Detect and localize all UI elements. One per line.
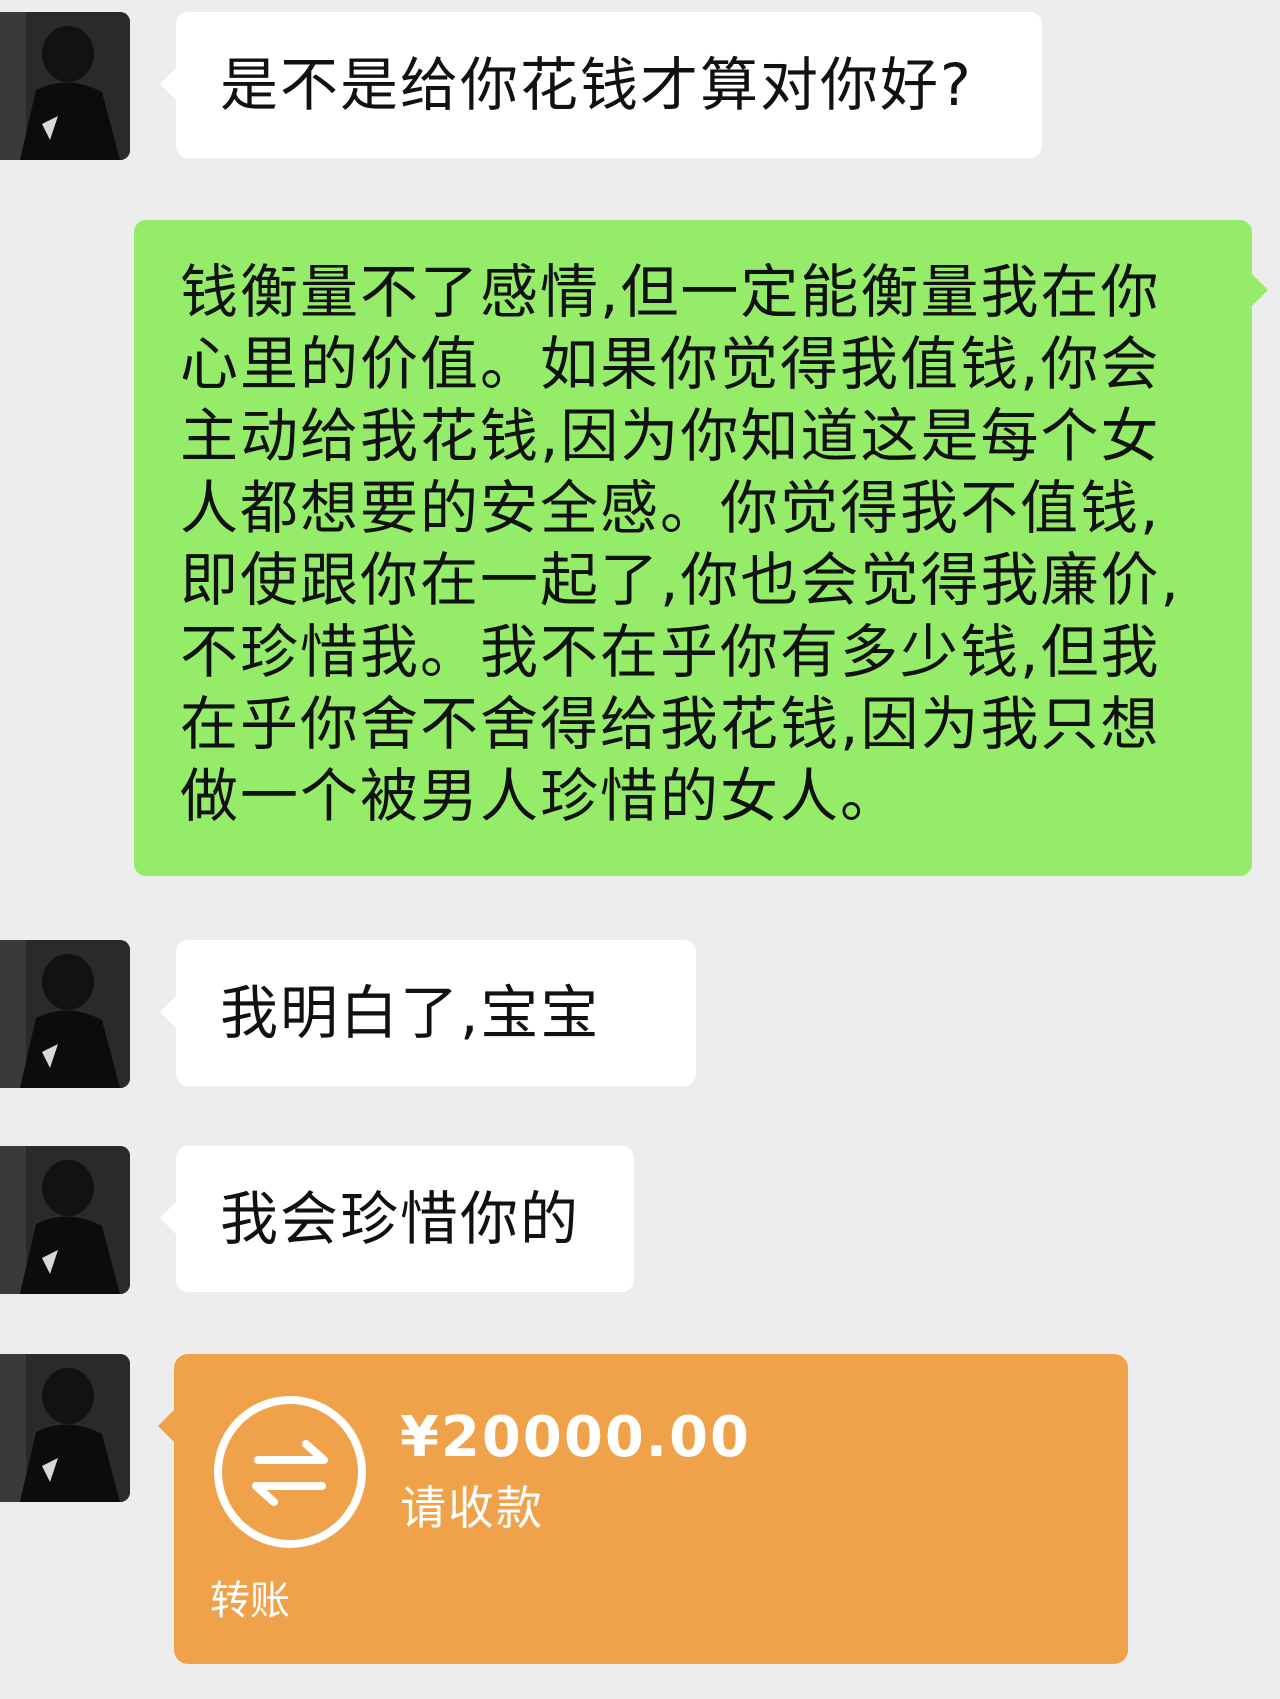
transfer-amount: ¥20000.00 bbox=[400, 1405, 751, 1470]
message-line: 即使跟你在一起了,你也会觉得我廉价, bbox=[180, 546, 1181, 614]
contact-avatar[interactable] bbox=[0, 940, 130, 1088]
message-bubble-incoming[interactable]: 是不是给你花钱才算对你好? bbox=[160, 12, 1042, 158]
message-line: 在乎你舍不舍得给我花钱,因为我只想 bbox=[180, 690, 1161, 758]
message-line: 主动给我花钱,因为你知道这是每个女 bbox=[180, 402, 1161, 470]
transfer-arrows-icon bbox=[210, 1392, 370, 1552]
message-bubble-outgoing[interactable]: 钱衡量不了感情,但一定能衡量我在你 心里的价值。如果你觉得我值钱,你会 主动给我… bbox=[134, 220, 1268, 876]
transfer-card[interactable]: ¥20000.00 请收款 转账 bbox=[158, 1354, 1128, 1664]
message-text: 是不是给你花钱才算对你好? bbox=[220, 51, 973, 119]
avatar-image bbox=[0, 12, 130, 160]
chat-area: 是不是给你花钱才算对你好? 钱衡量不了感情,但一定能衡量我在你 心里的价值。如果… bbox=[0, 0, 1280, 1699]
contact-avatar[interactable] bbox=[0, 1146, 130, 1294]
message-text: 我明白了,宝宝 bbox=[220, 979, 601, 1047]
transfer-status: 请收款 bbox=[400, 1481, 544, 1535]
message-line: 做一个被男人珍惜的女人。 bbox=[180, 762, 901, 830]
message-text: 我会珍惜你的 bbox=[220, 1185, 581, 1253]
message-line: 不珍惜我。我不在乎你有多少钱,但我 bbox=[180, 618, 1161, 686]
message-bubble-incoming[interactable]: 我明白了,宝宝 bbox=[160, 940, 696, 1086]
message-line: 人都想要的安全感。你觉得我不值钱, bbox=[180, 474, 1161, 542]
avatar-image bbox=[0, 940, 130, 1088]
message-bubble-incoming[interactable]: 我会珍惜你的 bbox=[160, 1146, 634, 1292]
avatar-image bbox=[0, 1146, 130, 1294]
message-line: 钱衡量不了感情,但一定能衡量我在你 bbox=[180, 258, 1161, 326]
contact-avatar[interactable] bbox=[0, 12, 130, 160]
transfer-label: 转账 bbox=[210, 1578, 290, 1624]
contact-avatar[interactable] bbox=[0, 1354, 130, 1502]
message-line: 心里的价值。如果你觉得我值钱,你会 bbox=[180, 330, 1161, 398]
avatar-image bbox=[0, 1354, 130, 1502]
